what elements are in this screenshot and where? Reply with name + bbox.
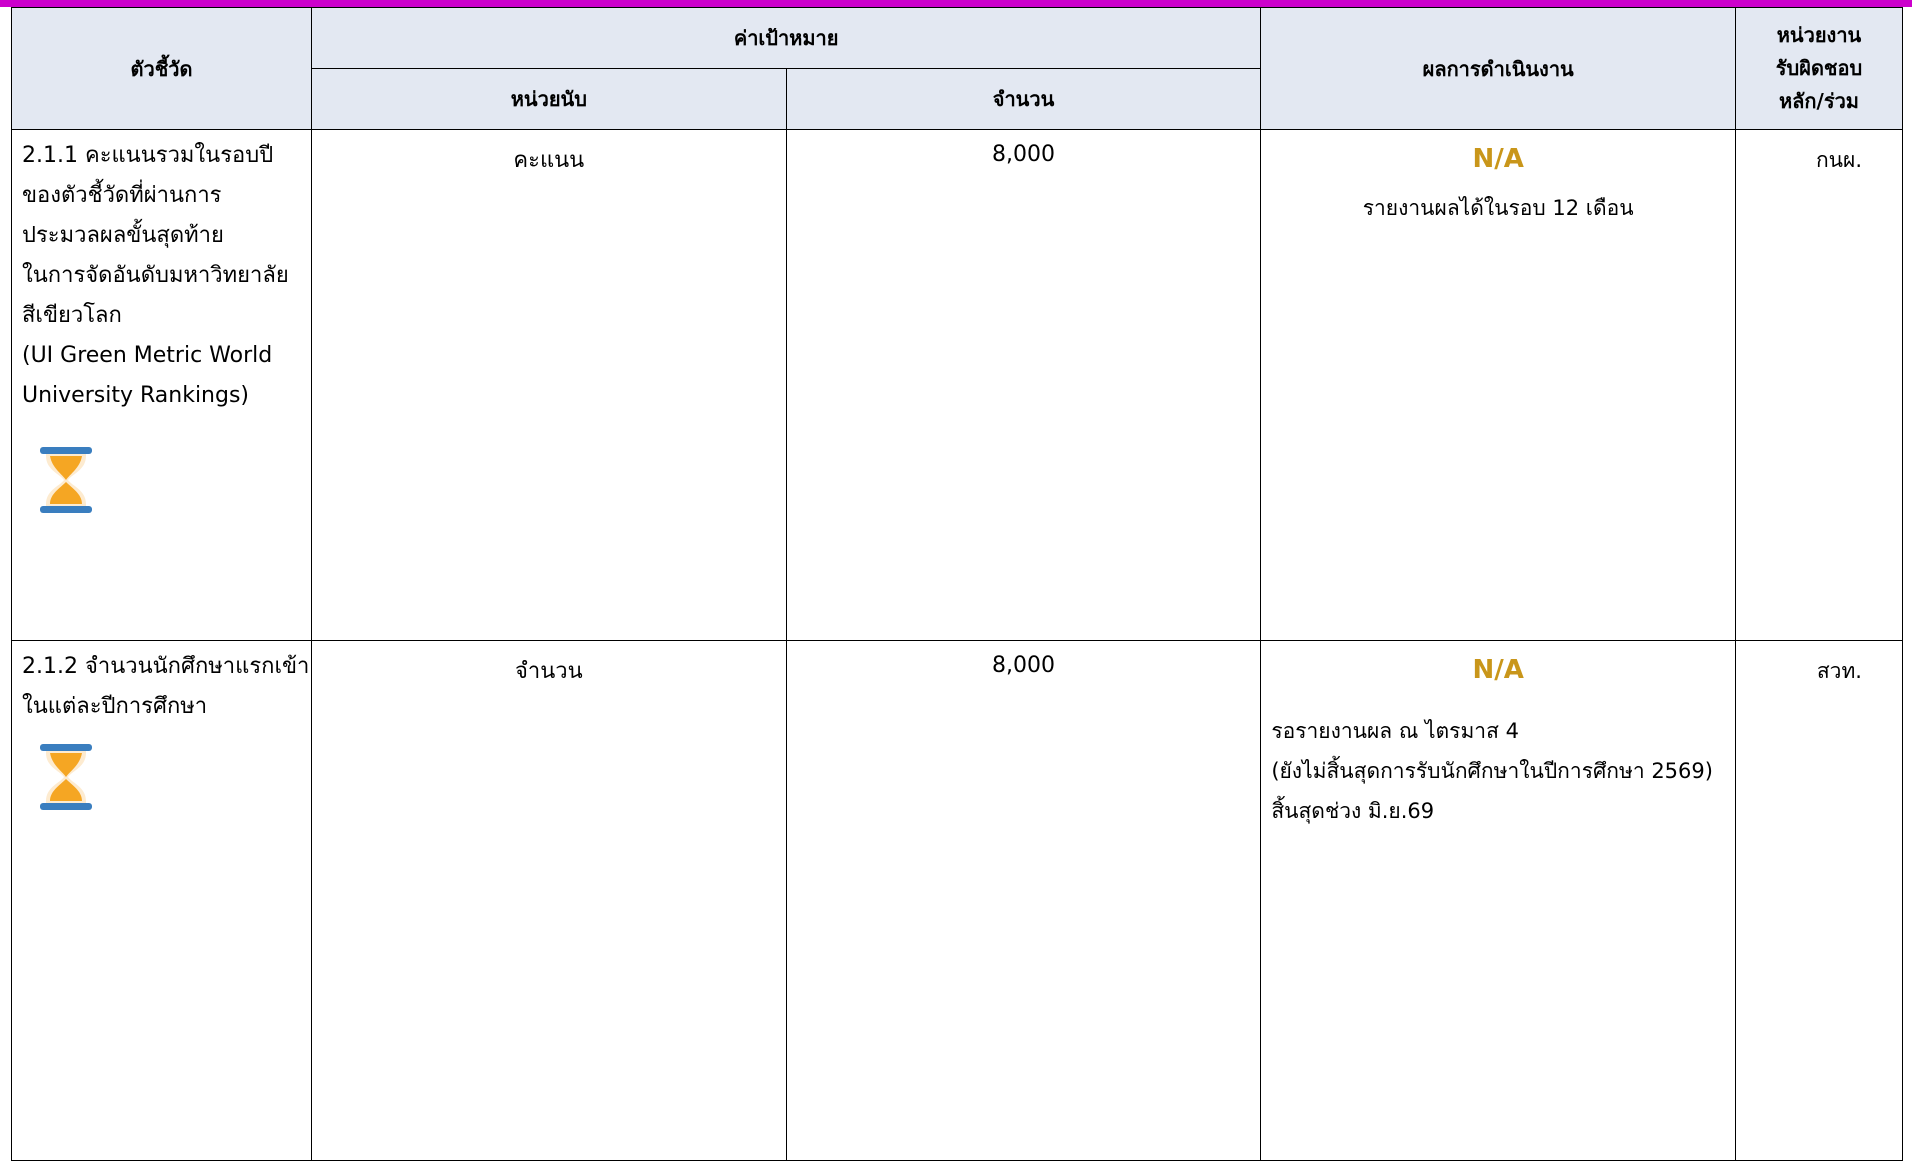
top-accent-bar <box>0 0 1912 7</box>
table-row: 2.1.1 คะแนนรวมในรอบปี ของตัวชี้วัดที่ผ่า… <box>11 129 1903 641</box>
result-note: (ยังไม่สิ้นสุดการรับนักศึกษาในปีการศึกษา… <box>1271 759 1713 783</box>
hourglass-icon <box>40 447 92 513</box>
header-org-line: หลัก/ร่วม <box>1778 89 1859 113</box>
unit-cell: คะแนน <box>311 129 787 641</box>
header-org-line: รับผิดชอบ <box>1775 56 1863 80</box>
indicator-line: 2.1.1 คะแนนรวมในรอบปี <box>22 143 274 168</box>
indicator-line: ของตัวชี้วัดที่ผ่านการ <box>22 183 222 208</box>
amount-cell: 8,000 <box>785 640 1262 1161</box>
header-org-line: หน่วยงาน <box>1776 23 1862 47</box>
result-cell: N/A รายงานผลได้ในรอบ 12 เดือน <box>1260 129 1736 641</box>
result-status: N/A <box>1472 144 1524 174</box>
org-cell: กนผ. <box>1735 129 1903 641</box>
indicator-line: (UI Green Metric World <box>22 343 273 368</box>
header-unit: หน่วยนับ <box>311 68 787 130</box>
amount-cell: 8,000 <box>785 129 1262 641</box>
org-cell: สวท. <box>1735 640 1903 1161</box>
result-cell: N/A รอรายงานผล ณ ไตรมาส 4 (ยังไม่สิ้นสุด… <box>1260 640 1736 1161</box>
indicator-line: ประมวลผลขั้นสุดท้าย <box>22 223 224 248</box>
header-amount: จำนวน <box>785 68 1262 130</box>
result-note: สิ้นสุดช่วง มิ.ย.69 <box>1271 799 1435 823</box>
unit-cell: จำนวน <box>311 640 787 1161</box>
header-indicator: ตัวชี้วัด <box>11 7 312 130</box>
indicator-line: University Rankings) <box>22 383 250 408</box>
result-status: N/A <box>1472 655 1524 685</box>
result-note: รอรายงานผล ณ ไตรมาส 4 <box>1271 719 1519 743</box>
indicator-cell: 2.1.1 คะแนนรวมในรอบปี ของตัวชี้วัดที่ผ่า… <box>11 129 312 641</box>
header-target: ค่าเป้าหมาย <box>310 7 1262 69</box>
indicator-line: ในการจัดอันดับมหาวิทยาลัย <box>22 263 289 288</box>
hourglass-icon <box>40 744 92 810</box>
kpi-table: ตัวชี้วัด ค่าเป้าหมาย ผลการดำเนินงาน หน่… <box>11 7 1903 1161</box>
result-notes: รอรายงานผล ณ ไตรมาส 4 (ยังไม่สิ้นสุดการร… <box>1261 711 1735 831</box>
indicator-line: ในแต่ละปีการศึกษา <box>22 694 208 719</box>
header-result: ผลการดำเนินงาน <box>1260 7 1736 130</box>
indicator-cell: 2.1.2 จำนวนนักศึกษาแรกเข้า ในแต่ละปีการศ… <box>11 640 312 1161</box>
indicator-line: สีเขียวโลก <box>22 303 122 328</box>
header-org: หน่วยงาน รับผิดชอบ หลัก/ร่วม <box>1735 7 1903 130</box>
indicator-line: 2.1.2 จำนวนนักศึกษาแรกเข้า <box>22 654 310 679</box>
result-note: รายงานผลได้ในรอบ 12 เดือน <box>1362 196 1634 220</box>
table-row: 2.1.2 จำนวนนักศึกษาแรกเข้า ในแต่ละปีการศ… <box>11 640 1903 1161</box>
